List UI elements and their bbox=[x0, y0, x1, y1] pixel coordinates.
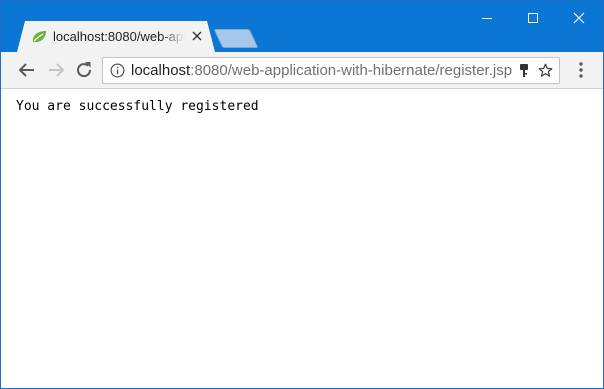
info-icon[interactable] bbox=[110, 63, 125, 78]
close-icon bbox=[573, 12, 585, 24]
spring-leaf-icon bbox=[31, 30, 47, 44]
browser-toolbar: localhost:8080/web-application-with-hibe… bbox=[1, 52, 603, 89]
browser-menu-button[interactable] bbox=[576, 60, 586, 80]
browser-tab[interactable]: localhost:8080/web-application-with-hibe… bbox=[17, 21, 215, 52]
registration-success-message: You are successfully registered bbox=[16, 99, 259, 114]
tab-close-button[interactable] bbox=[190, 28, 204, 44]
kebab-menu-icon bbox=[579, 62, 583, 78]
window-close-button[interactable] bbox=[556, 1, 602, 35]
minimize-button[interactable] bbox=[464, 1, 510, 35]
title-bar: localhost:8080/web-application-with-hibe… bbox=[1, 1, 603, 52]
minimize-icon bbox=[482, 18, 492, 19]
reload-icon bbox=[77, 62, 92, 78]
forward-button[interactable] bbox=[44, 58, 68, 82]
reload-button[interactable] bbox=[72, 58, 96, 82]
key-icon[interactable] bbox=[518, 63, 530, 78]
maximize-icon bbox=[528, 13, 538, 23]
arrow-right-icon bbox=[49, 63, 65, 77]
star-icon[interactable] bbox=[537, 62, 554, 79]
tab-title: localhost:8080/web-application-with-hibe… bbox=[53, 29, 184, 44]
arrow-left-icon bbox=[18, 63, 34, 77]
url-path: :8080/web-application-with-hibernate/reg… bbox=[190, 62, 513, 79]
address-bar[interactable]: localhost:8080/web-application-with-hibe… bbox=[102, 57, 560, 84]
new-tab-button[interactable] bbox=[213, 29, 259, 48]
url-text[interactable]: localhost:8080/web-application-with-hibe… bbox=[131, 62, 514, 79]
browser-window: localhost:8080/web-application-with-hibe… bbox=[0, 0, 604, 389]
page-content: You are successfully registered bbox=[1, 89, 603, 388]
url-host: localhost bbox=[131, 62, 191, 79]
back-button[interactable] bbox=[15, 58, 39, 82]
close-icon bbox=[192, 31, 202, 41]
maximize-button[interactable] bbox=[510, 1, 556, 35]
